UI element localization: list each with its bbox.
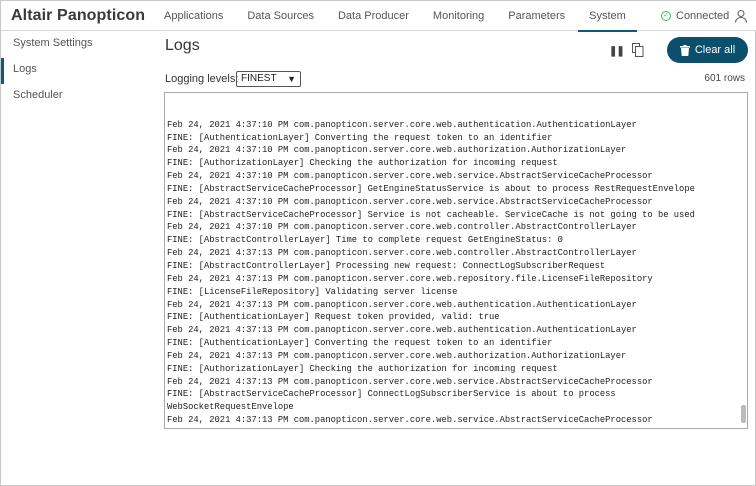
copy-icon[interactable] [632,43,644,57]
clear-all-label: Clear all [694,44,736,56]
log-output[interactable]: Feb 24, 2021 4:37:10 PM com.panopticon.s… [164,92,748,429]
sidebar-item-scheduler[interactable]: Scheduler [1,84,151,110]
log-line: FINE: [LicenseFileRepository] Validating… [167,286,458,297]
nav-monitoring[interactable]: Monitoring [422,1,495,31]
logging-level-select[interactable]: FINEST ▼ [236,71,301,87]
connection-status: ✓ Connected [661,10,729,22]
nav-parameters[interactable]: Parameters [497,1,576,31]
log-line: Feb 24, 2021 4:37:10 PM com.panopticon.s… [167,119,637,130]
clear-all-button[interactable]: Clear all [667,37,748,63]
log-line: Feb 24, 2021 4:37:13 PM com.panopticon.s… [167,325,637,336]
logging-level-value: FINEST [241,73,277,84]
log-line: FINE: [AuthorizationLayer] Checking the … [167,363,558,374]
page-title: Logs [165,37,200,54]
log-line: FINE: [AuthorizationLayer] Checking the … [167,158,558,169]
nav-system[interactable]: System [578,1,637,32]
log-line: Feb 24, 2021 4:37:13 PM com.panopticon.s… [167,376,653,387]
sidebar-item-system-settings[interactable]: System Settings [1,32,151,58]
status-label: Connected [676,10,730,22]
top-bar: Altair Panopticon Applications Data Sour… [1,1,756,32]
log-line: FINE: [AuthenticationLayer] Converting t… [167,338,553,349]
nav-data-sources[interactable]: Data Sources [236,1,325,31]
pause-icon[interactable]: ❚❚ [609,46,625,57]
log-line: FINE: [AbstractControllerLayer] Processi… [167,260,606,271]
log-line: Feb 24, 2021 4:37:10 PM com.panopticon.s… [167,145,627,156]
log-line: FINE: [AbstractServiceCacheProcessor] Se… [167,427,745,429]
chevron-down-icon: ▼ [287,74,296,84]
log-line: Feb 24, 2021 4:37:13 PM com.panopticon.s… [167,415,653,426]
trash-icon [679,44,690,56]
logging-levels-label: Logging levels: [165,73,239,85]
main-nav: Applications Data Sources Data Producer … [153,1,639,32]
log-line: Feb 24, 2021 4:37:13 PM com.panopticon.s… [167,273,653,284]
app-logo: Altair Panopticon [11,7,146,24]
log-line: Feb 24, 2021 4:37:10 PM com.panopticon.s… [167,171,653,182]
log-line: FINE: [AuthenticationLayer] Converting t… [167,132,553,143]
row-count: 601 rows [704,73,745,84]
log-line: Feb 24, 2021 4:37:13 PM com.panopticon.s… [167,350,627,361]
log-line: FINE: [AbstractServiceCacheProcessor] Ge… [167,183,695,194]
sidebar: System Settings Logs Scheduler [1,32,151,485]
log-line: FINE: [AbstractServiceCacheProcessor] Se… [167,209,695,220]
log-line: Feb 24, 2021 4:37:10 PM com.panopticon.s… [167,196,653,207]
sidebar-item-logs[interactable]: Logs [1,58,151,84]
log-line: Feb 24, 2021 4:37:13 PM com.panopticon.s… [167,248,637,259]
log-line: WebSocketRequestEnvelope [167,402,294,413]
log-line: FINE: [AbstractControllerLayer] Time to … [167,235,563,246]
log-line: FINE: [AbstractServiceCacheProcessor] Co… [167,389,616,400]
check-circle-icon: ✓ [661,11,671,21]
log-line: Feb 24, 2021 4:37:10 PM com.panopticon.s… [167,222,637,233]
nav-data-producer[interactable]: Data Producer [327,1,420,31]
nav-applications[interactable]: Applications [153,1,234,31]
log-line: FINE: [AuthenticationLayer] Request toke… [167,312,500,323]
log-line: Feb 24, 2021 4:37:13 PM com.panopticon.s… [167,299,637,310]
scrollbar-thumb[interactable] [741,405,746,423]
user-icon[interactable] [734,9,748,23]
